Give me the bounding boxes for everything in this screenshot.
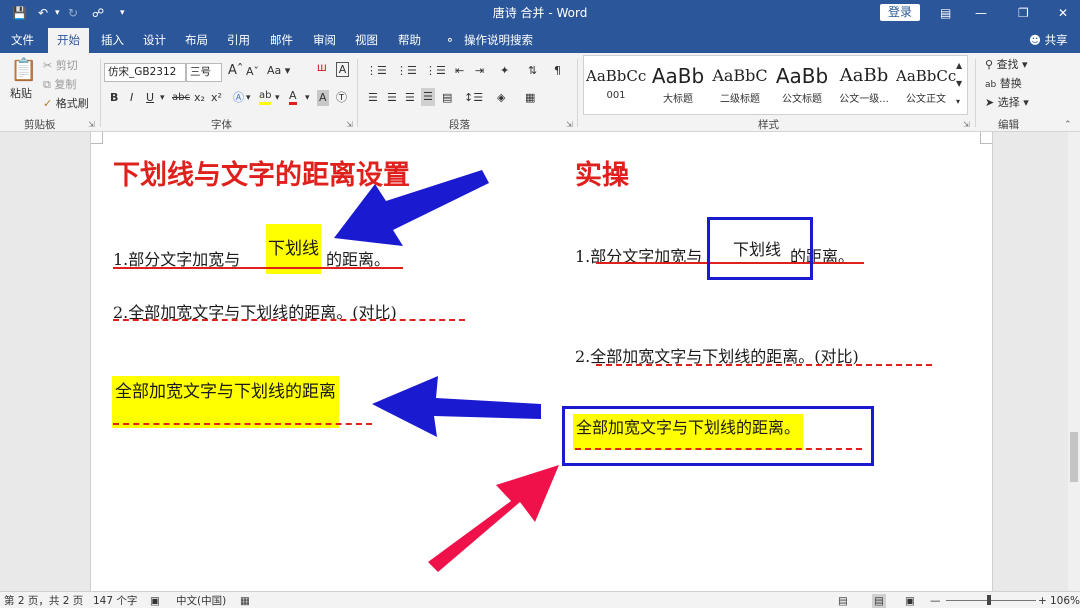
zoom-out-icon[interactable]: —	[930, 594, 941, 608]
status-bar: 第 2 页，共 2 页 147 个字 ▣ 中文(中国) ▦ ▤ ▤ ▣ — + …	[0, 591, 1080, 608]
word-count[interactable]: 147 个字	[93, 594, 137, 608]
blue-arrow-icon	[334, 170, 489, 246]
red-arrow-icon	[428, 465, 559, 572]
print-layout-icon[interactable]: ▤	[872, 594, 886, 608]
zoom-in-icon[interactable]: +	[1038, 594, 1047, 608]
accessibility-icon[interactable]: ▦	[240, 594, 250, 608]
zoom-slider[interactable]	[946, 600, 1036, 601]
proofing-icon[interactable]: ▣	[150, 594, 160, 608]
zoom-level[interactable]: 106%	[1050, 594, 1080, 608]
web-layout-icon[interactable]: ▣	[905, 594, 915, 608]
page-indicator[interactable]: 第 2 页，共 2 页	[4, 594, 83, 608]
zoom-slider-thumb[interactable]	[987, 595, 991, 605]
blue-arrow-icon	[372, 376, 541, 437]
language-indicator[interactable]: 中文(中国)	[176, 594, 226, 608]
read-mode-icon[interactable]: ▤	[838, 594, 848, 608]
word-window: 💾 ↶ ▾ ↻ ☍ ▾ 唐诗 合并 - Word 登录 ▤ — ❐ ✕ 文件 开…	[0, 0, 1080, 608]
annotation-arrows	[334, 170, 559, 572]
